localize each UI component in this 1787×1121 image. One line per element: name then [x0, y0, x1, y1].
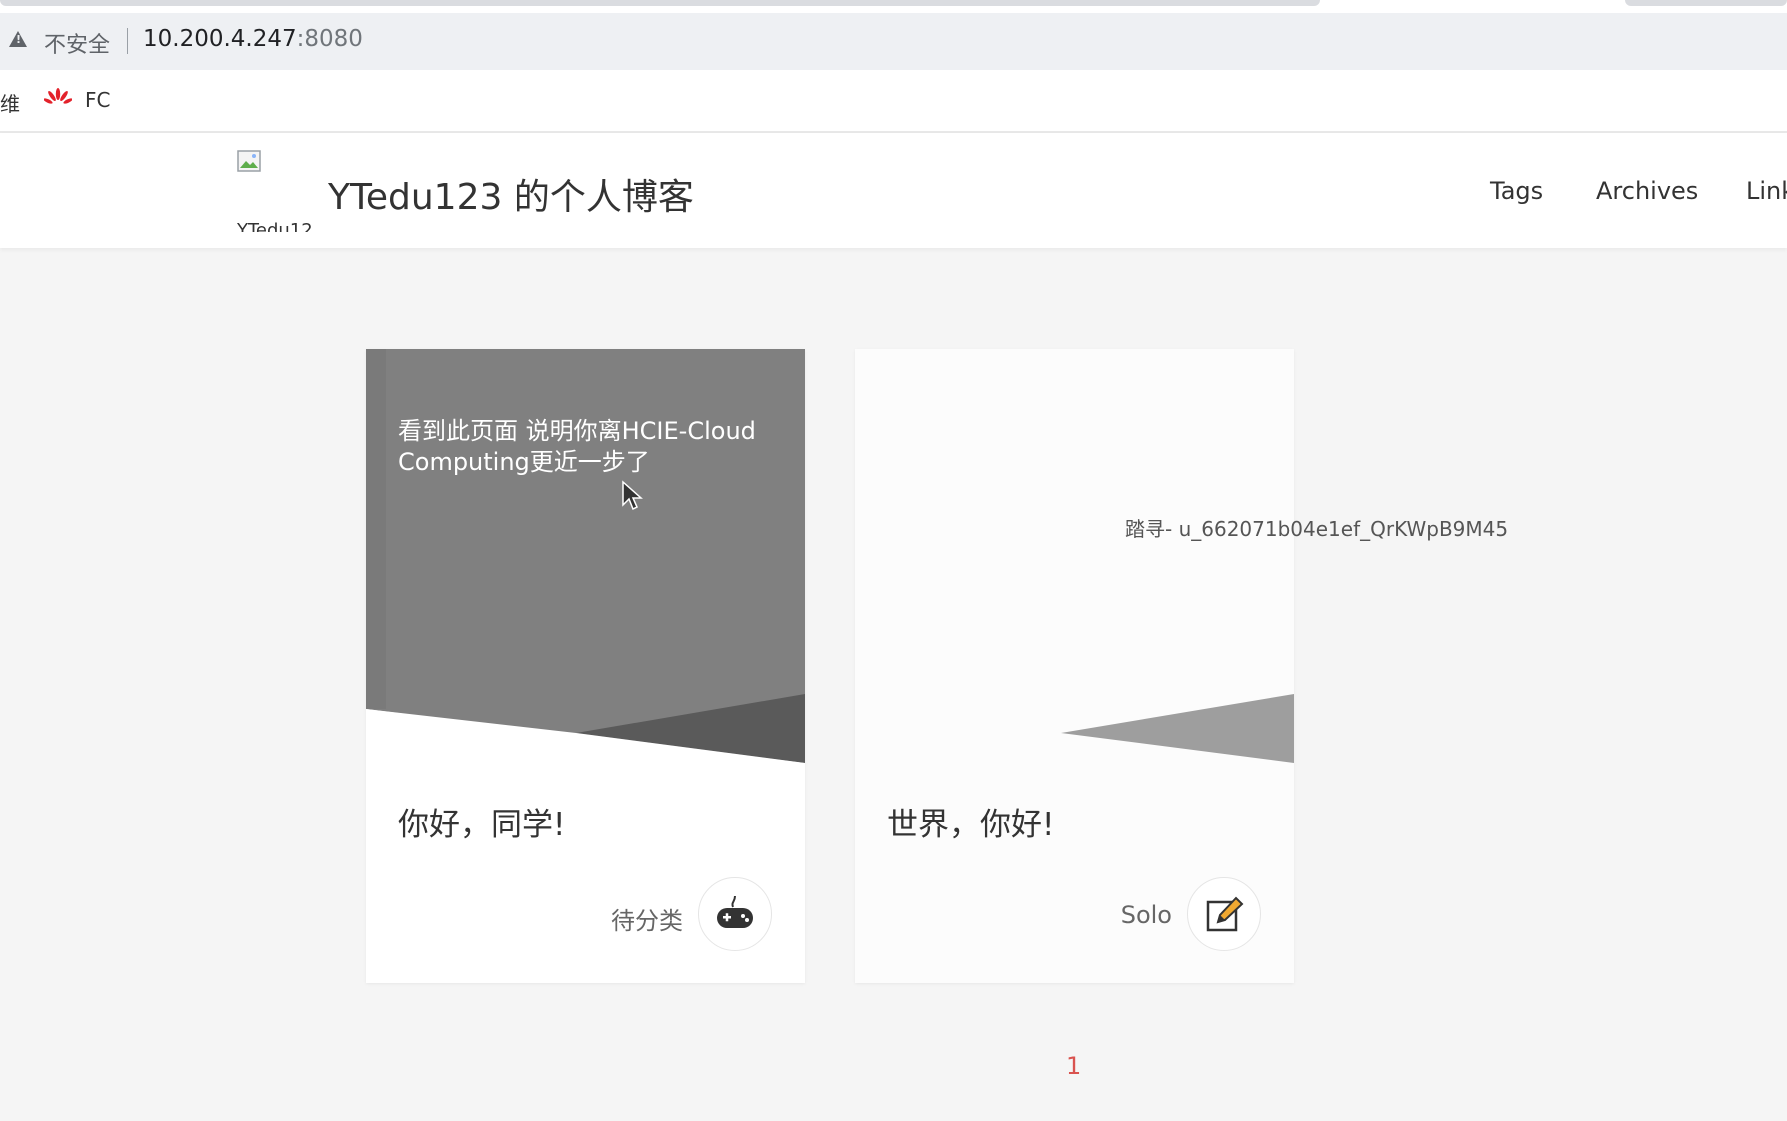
- url-port: :8080: [296, 26, 363, 52]
- post-cover: [855, 349, 1294, 763]
- bookmark-item-truncated[interactable]: 维: [0, 88, 20, 117]
- site-title[interactable]: YTedu123 的个人博客: [328, 168, 694, 220]
- post-title[interactable]: 你好，同学!: [398, 799, 565, 844]
- post-card[interactable]: 世界，你好! Solo: [855, 349, 1294, 983]
- watermark-text: 踏寻- u_662071b04e1ef_QrKWpB9M45: [1125, 517, 1509, 541]
- post-card[interactable]: 看到此页面 说明你离HCIE-Cloud Computing更近一步了 你好，同…: [366, 349, 805, 983]
- category-button[interactable]: [1187, 877, 1261, 951]
- mouse-cursor-icon: [622, 480, 643, 511]
- tab[interactable]: [0, 0, 1320, 6]
- gamepad-icon: [717, 895, 753, 928]
- post-category[interactable]: 待分类: [611, 901, 683, 936]
- nav-link[interactable]: Link: [1746, 177, 1787, 205]
- site-logo[interactable]: YTedu12: [237, 150, 327, 232]
- post-category[interactable]: Solo: [1121, 901, 1172, 929]
- post-cover: [366, 349, 805, 763]
- edit-icon: [1206, 896, 1244, 932]
- broken-image-icon: [237, 150, 261, 172]
- bookmarks-bar: [0, 70, 1787, 133]
- url-text[interactable]: 10.200.4.247:8080: [143, 26, 363, 52]
- category-button[interactable]: [698, 877, 772, 951]
- pagination-page[interactable]: 1: [1066, 1052, 1081, 1080]
- post-excerpt: 看到此页面 说明你离HCIE-Cloud Computing更近一步了: [398, 417, 756, 476]
- nav-archives[interactable]: Archives: [1596, 177, 1698, 205]
- huawei-logo-icon: [44, 88, 72, 104]
- bookmark-item-fc[interactable]: FC: [85, 88, 110, 112]
- url-host: 10.200.4.247: [143, 26, 297, 52]
- address-separator: [127, 28, 128, 54]
- post-title[interactable]: 世界，你好!: [887, 799, 1054, 844]
- tab[interactable]: [1625, 0, 1787, 6]
- logo-alt-text: YTedu12: [237, 220, 313, 232]
- nav-tags[interactable]: Tags: [1490, 177, 1543, 205]
- security-label[interactable]: 不安全: [44, 27, 110, 59]
- tab-strip: [0, 0, 1787, 13]
- warning-icon[interactable]: [9, 31, 27, 47]
